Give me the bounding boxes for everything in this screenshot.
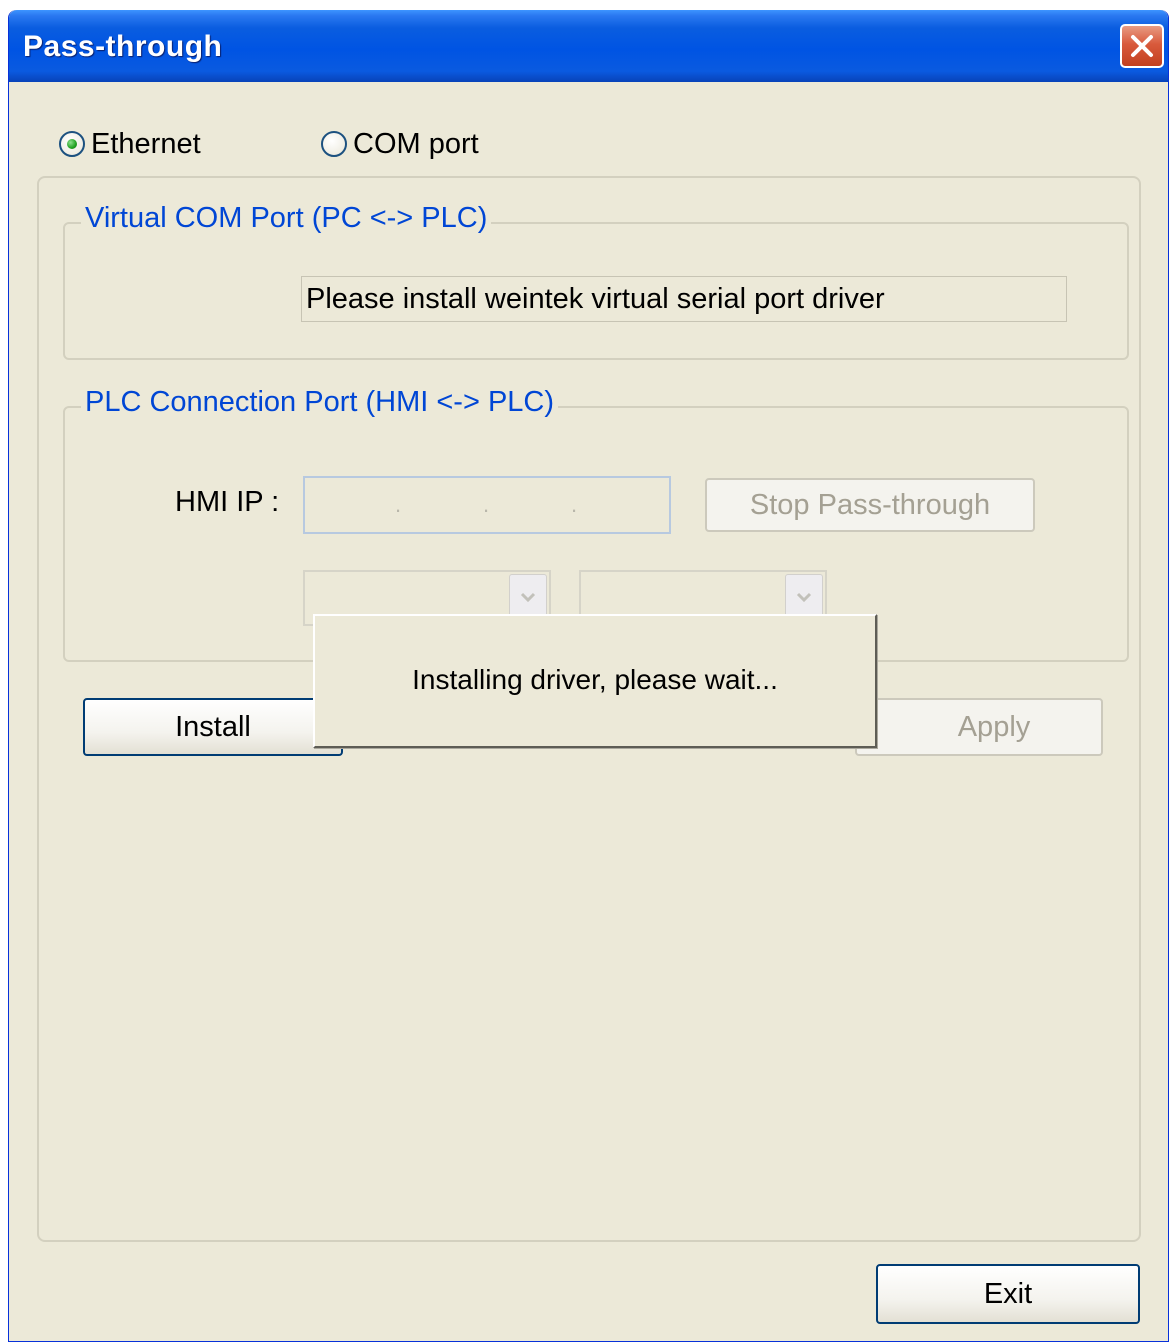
driver-status-field: Please install weintek virtual serial po… bbox=[301, 276, 1067, 322]
ethernet-radio[interactable]: Ethernet bbox=[59, 122, 201, 166]
exit-button[interactable]: Exit bbox=[876, 1264, 1140, 1324]
ip-separator: . bbox=[395, 492, 402, 517]
installing-driver-popup: Installing driver, please wait... bbox=[313, 614, 877, 748]
chevron-down-icon bbox=[796, 592, 812, 603]
com-port-radio[interactable]: COM port bbox=[321, 122, 479, 166]
ip-separator: . bbox=[571, 492, 578, 517]
radio-unselected-icon bbox=[321, 131, 347, 157]
hmi-ip-input[interactable]: . . . bbox=[303, 476, 671, 534]
pass-through-window: Pass-through Ethernet COM port Virtual C… bbox=[8, 10, 1169, 1342]
hmi-ip-label: HMI IP : bbox=[175, 486, 280, 518]
virtual-com-port-legend: Virtual COM Port (PC <-> PLC) bbox=[81, 202, 492, 235]
window-title: Pass-through bbox=[23, 30, 223, 63]
stop-pass-through-button[interactable]: Stop Pass-through bbox=[705, 478, 1035, 532]
ip-separator: . bbox=[483, 492, 490, 517]
ethernet-radio-label: Ethernet bbox=[91, 127, 201, 160]
install-button[interactable]: Install bbox=[83, 698, 343, 756]
title-bar[interactable]: Pass-through bbox=[9, 10, 1168, 82]
dialog-body: Ethernet COM port Virtual COM Port (PC <… bbox=[9, 82, 1168, 1341]
com-port-radio-label: COM port bbox=[353, 127, 479, 160]
popup-message: Installing driver, please wait... bbox=[412, 664, 778, 695]
apply-button[interactable]: Apply bbox=[855, 698, 1103, 756]
close-button[interactable] bbox=[1120, 24, 1164, 68]
close-icon bbox=[1131, 35, 1153, 57]
chevron-down-icon bbox=[520, 592, 536, 603]
radio-selected-icon bbox=[59, 131, 85, 157]
plc-connection-port-legend: PLC Connection Port (HMI <-> PLC) bbox=[81, 386, 559, 419]
